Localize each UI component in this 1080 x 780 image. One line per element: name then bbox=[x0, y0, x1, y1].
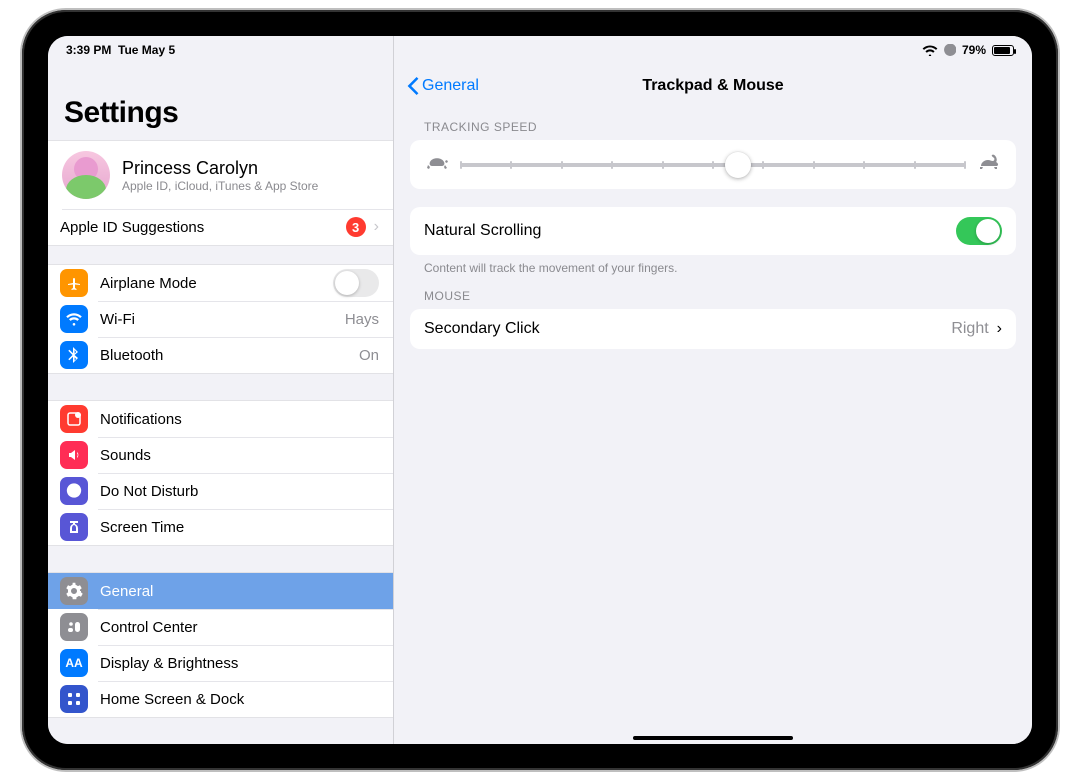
homescreen-label: Home Screen & Dock bbox=[100, 691, 244, 708]
tracking-speed-header: TRACKING SPEED bbox=[394, 106, 1032, 140]
screentime-row[interactable]: Screen Time bbox=[48, 509, 393, 545]
detail-title: Trackpad & Mouse bbox=[642, 77, 783, 95]
profile-section: Princess Carolyn Apple ID, iCloud, iTune… bbox=[48, 140, 393, 246]
home-indicator[interactable] bbox=[633, 736, 793, 740]
control-center-row[interactable]: Control Center bbox=[48, 609, 393, 645]
wifi-icon bbox=[922, 44, 938, 56]
display-label: Display & Brightness bbox=[100, 655, 238, 672]
secondary-click-value: Right bbox=[951, 320, 988, 338]
general-label: General bbox=[100, 583, 153, 600]
dnd-icon bbox=[60, 477, 88, 505]
battery-percent: 79% bbox=[962, 43, 986, 57]
settings-sidebar: Settings Princess Carolyn Apple ID, iClo… bbox=[48, 36, 394, 744]
sounds-label: Sounds bbox=[100, 447, 151, 464]
detail-nav: General Trackpad & Mouse bbox=[394, 66, 1032, 106]
control-center-icon bbox=[60, 613, 88, 641]
natural-scrolling-toggle[interactable] bbox=[956, 217, 1002, 245]
chevron-left-icon bbox=[406, 77, 420, 95]
screen: 3:39 PM Tue May 5 79% Settings Princess … bbox=[48, 36, 1032, 744]
ipad-device-frame: 3:39 PM Tue May 5 79% Settings Princess … bbox=[22, 10, 1058, 770]
dnd-row[interactable]: Do Not Disturb bbox=[48, 473, 393, 509]
natural-scrolling-card: Natural Scrolling bbox=[410, 207, 1016, 255]
profile-name: Princess Carolyn bbox=[122, 158, 318, 179]
wifi-settings-icon bbox=[60, 305, 88, 333]
notifications-label: Notifications bbox=[100, 411, 182, 428]
mouse-card: Secondary Click Right › bbox=[410, 309, 1016, 349]
profile-row[interactable]: Princess Carolyn Apple ID, iCloud, iTune… bbox=[48, 141, 393, 209]
profile-subtitle: Apple ID, iCloud, iTunes & App Store bbox=[122, 179, 318, 193]
bluetooth-row[interactable]: Bluetooth On bbox=[48, 337, 393, 373]
dnd-label: Do Not Disturb bbox=[100, 483, 198, 500]
sidebar-title: Settings bbox=[48, 78, 393, 140]
homescreen-row[interactable]: Home Screen & Dock bbox=[48, 681, 393, 717]
wifi-label: Wi-Fi bbox=[100, 311, 135, 328]
tortoise-icon bbox=[426, 154, 448, 175]
control-center-label: Control Center bbox=[100, 619, 198, 636]
status-time: 3:39 PM bbox=[66, 43, 111, 57]
apple-id-suggestions-label: Apple ID Suggestions bbox=[60, 219, 204, 236]
airplane-icon bbox=[60, 269, 88, 297]
avatar bbox=[62, 151, 110, 199]
wifi-row[interactable]: Wi-Fi Hays bbox=[48, 301, 393, 337]
chevron-right-icon: › bbox=[374, 219, 379, 235]
bluetooth-icon bbox=[60, 341, 88, 369]
apple-id-suggestions-badge: 3 bbox=[346, 217, 366, 237]
airplane-mode-toggle[interactable] bbox=[333, 269, 379, 297]
wifi-value: Hays bbox=[345, 311, 379, 328]
screentime-label: Screen Time bbox=[100, 519, 184, 536]
bluetooth-value: On bbox=[359, 347, 379, 364]
sounds-row[interactable]: Sounds bbox=[48, 437, 393, 473]
screentime-icon bbox=[60, 513, 88, 541]
connectivity-section: Airplane Mode Wi-Fi Hays bbox=[48, 264, 393, 374]
bluetooth-label: Bluetooth bbox=[100, 347, 163, 364]
secondary-click-row[interactable]: Secondary Click Right › bbox=[410, 309, 1016, 349]
chevron-right-icon: › bbox=[997, 320, 1002, 338]
hare-icon bbox=[978, 154, 1000, 175]
tracking-speed-card bbox=[410, 140, 1016, 189]
display-row[interactable]: AA Display & Brightness bbox=[48, 645, 393, 681]
mouse-header: MOUSE bbox=[394, 275, 1032, 309]
airplane-mode-row[interactable]: Airplane Mode bbox=[48, 265, 393, 301]
tracking-speed-slider[interactable] bbox=[460, 163, 966, 167]
focus-section: Notifications Sounds Do Not Disturb bbox=[48, 400, 393, 546]
natural-scrolling-row: Natural Scrolling bbox=[410, 207, 1016, 255]
detail-pane: General Trackpad & Mouse TRACKING SPEED bbox=[394, 36, 1032, 744]
moon-icon bbox=[944, 44, 956, 56]
general-icon bbox=[60, 577, 88, 605]
battery-icon bbox=[992, 45, 1014, 56]
homescreen-icon bbox=[60, 685, 88, 713]
slider-thumb[interactable] bbox=[725, 152, 751, 178]
back-label: General bbox=[422, 77, 479, 95]
display-icon: AA bbox=[60, 649, 88, 677]
status-bar: 3:39 PM Tue May 5 79% bbox=[48, 36, 1032, 58]
natural-scrolling-label: Natural Scrolling bbox=[424, 222, 541, 240]
status-date: Tue May 5 bbox=[118, 43, 175, 57]
apple-id-suggestions-row[interactable]: Apple ID Suggestions 3 › bbox=[48, 209, 393, 245]
notifications-row[interactable]: Notifications bbox=[48, 401, 393, 437]
device-section: General Control Center AA Display & Brig… bbox=[48, 572, 393, 718]
secondary-click-label: Secondary Click bbox=[424, 320, 540, 338]
sounds-icon bbox=[60, 441, 88, 469]
general-row[interactable]: General bbox=[48, 573, 393, 609]
notifications-icon bbox=[60, 405, 88, 433]
airplane-mode-label: Airplane Mode bbox=[100, 275, 197, 292]
back-button[interactable]: General bbox=[406, 77, 479, 95]
natural-scrolling-note: Content will track the movement of your … bbox=[394, 255, 1032, 275]
